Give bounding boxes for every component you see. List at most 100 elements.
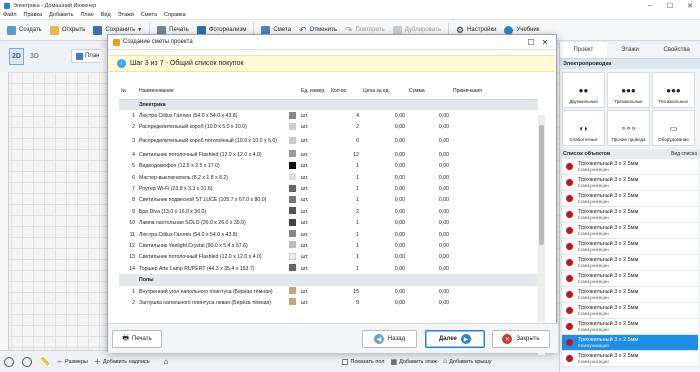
row-notes[interactable] bbox=[451, 218, 538, 229]
menu-file[interactable]: Файл bbox=[3, 12, 17, 18]
row-price[interactable]: 0,00 bbox=[361, 206, 407, 217]
menu-help[interactable]: Справка bbox=[164, 12, 186, 18]
row-notes[interactable] bbox=[451, 263, 538, 274]
row-notes[interactable] bbox=[451, 286, 538, 297]
row-price[interactable]: 0,00 bbox=[361, 161, 407, 172]
row-notes[interactable] bbox=[451, 149, 538, 160]
wiring-five-core[interactable]: ●●● Пятижильные bbox=[652, 72, 695, 108]
add-floor-button[interactable]: ▦ Добавить этаж bbox=[391, 358, 437, 366]
row-qty[interactable]: 1 bbox=[329, 240, 361, 251]
row-price[interactable]: 0,00 bbox=[361, 263, 407, 274]
close-icon[interactable]: ✕ bbox=[680, 0, 700, 11]
col-unit[interactable]: Ед. измер. bbox=[299, 84, 329, 100]
row-qty[interactable]: 1 bbox=[329, 252, 361, 263]
zoom-in-button[interactable] bbox=[4, 356, 16, 367]
row-price[interactable]: 0,00 bbox=[361, 183, 407, 194]
table-row[interactable]: 6 Мастер-выключатель (8.2 x 1.8 x 8.2) шт.… bbox=[119, 172, 538, 183]
minimize-icon[interactable]: – bbox=[640, 0, 660, 11]
table-row[interactable]: 7 Роутер Wi-Fi (23.8 x 3.3 x 31.6) шт. 1 0,0… bbox=[119, 183, 538, 194]
wiring-three-core[interactable]: ●●● Трехжильные bbox=[607, 72, 650, 108]
list-item[interactable]: Трехжильный 3 x 2.5мм Коммуникации bbox=[562, 239, 698, 255]
table-row[interactable]: 1 Люстра Citilux Галлен (54.0 x 54.0 x 43… bbox=[119, 110, 538, 121]
list-item[interactable]: Трехжильный 3 x 2.5мм Коммуникации bbox=[562, 159, 698, 175]
ruler-tool-button[interactable]: 📏 bbox=[40, 357, 50, 366]
row-qty[interactable]: 9 bbox=[329, 297, 361, 308]
row-qty[interactable]: 1 bbox=[329, 229, 361, 240]
table-row[interactable]: 1 Внутренний угол напольного плинтуса (Бе… bbox=[119, 286, 538, 297]
menu-plan[interactable]: План bbox=[80, 12, 93, 18]
col-price[interactable]: Цена за ед. bbox=[361, 84, 407, 100]
plan-button[interactable]: План bbox=[71, 49, 105, 63]
close-icon[interactable]: ✕ bbox=[538, 37, 552, 47]
add-label-button[interactable]: ＋ Добавить надпись bbox=[94, 357, 150, 367]
tab-properties[interactable]: Свойства bbox=[653, 42, 700, 58]
menu-view[interactable]: Вид bbox=[101, 12, 111, 18]
row-qty[interactable]: 12 bbox=[329, 149, 361, 160]
row-qty[interactable]: 6 bbox=[329, 133, 361, 149]
row-price[interactable]: 0,00 bbox=[361, 297, 407, 308]
menu-floors[interactable]: Этажи bbox=[118, 12, 134, 18]
list-item[interactable]: Трехжильный 3 x 2.5мм Коммуникации bbox=[562, 271, 698, 287]
table-row[interactable]: 11 Люстра Citilux Галлен (54.0 x 54.0 x 4… bbox=[119, 229, 538, 240]
row-notes[interactable] bbox=[451, 195, 538, 206]
zoom-out-button[interactable] bbox=[22, 356, 34, 367]
row-notes[interactable] bbox=[451, 240, 538, 251]
row-notes[interactable] bbox=[451, 183, 538, 194]
menu-edit[interactable]: Правка bbox=[24, 12, 43, 18]
row-qty[interactable]: 1 bbox=[329, 161, 361, 172]
checkbox-icon[interactable] bbox=[342, 358, 349, 365]
row-price[interactable]: 0,00 bbox=[361, 240, 407, 251]
col-qty[interactable]: Кол-во bbox=[329, 84, 361, 100]
table-row[interactable]: 2 Заглушка напольного плинтуса левая (Бер… bbox=[119, 297, 538, 308]
table-row[interactable]: 12 Светильник Yeelight Crystal (90.0 x 5.… bbox=[119, 240, 538, 251]
row-notes[interactable] bbox=[451, 252, 538, 263]
tab-project[interactable]: Проект bbox=[560, 42, 607, 58]
table-row[interactable]: 2 Распределительный короб (10.0 x 5.0 x 1… bbox=[119, 122, 538, 133]
view-list-button[interactable]: Вид списка bbox=[671, 151, 697, 157]
wiring-two-core[interactable]: ●● Двухжильные bbox=[562, 72, 605, 108]
row-notes[interactable] bbox=[451, 206, 538, 217]
tab-floors[interactable]: Этажи bbox=[607, 42, 654, 58]
close-dialog-button[interactable]: ✕ Закрыть bbox=[492, 330, 550, 348]
table-row[interactable]: 10 Лампа настольная SOLO (26.0 x 26.0 x 3… bbox=[119, 218, 538, 229]
row-qty[interactable]: 1 bbox=[329, 172, 361, 183]
row-notes[interactable] bbox=[451, 172, 538, 183]
col-sum[interactable]: Сумма bbox=[407, 84, 451, 100]
row-price[interactable]: 0,00 bbox=[361, 195, 407, 206]
col-notes[interactable]: Примечания bbox=[451, 84, 538, 100]
row-price[interactable]: 0,00 bbox=[361, 229, 407, 240]
maximize-icon[interactable]: ☐ bbox=[660, 0, 680, 11]
list-item[interactable]: Трехжильный 3 x 2.5мм Коммуникации bbox=[562, 175, 698, 191]
row-qty[interactable]: 1 bbox=[329, 183, 361, 194]
list-item[interactable]: Трехжильный 3 x 2.5мм Коммуникации bbox=[562, 351, 698, 367]
table-scrollbar[interactable] bbox=[538, 115, 545, 355]
row-notes[interactable] bbox=[451, 110, 538, 121]
menu-estimate[interactable]: Смета bbox=[141, 12, 157, 18]
list-item[interactable]: Трехжильный 3 x 2.5мм Коммуникации bbox=[562, 191, 698, 207]
row-notes[interactable] bbox=[451, 229, 538, 240]
row-qty[interactable]: 1 bbox=[329, 195, 361, 206]
wiring-equipment[interactable]: ▭ Оборудование bbox=[652, 110, 695, 146]
list-item[interactable]: Трехжильный 3 x 2.5мм Коммуникации bbox=[562, 207, 698, 223]
list-item-selected[interactable]: Трехжильный 3 x 2.5мм Коммуникации bbox=[562, 335, 698, 351]
sizes-button[interactable]: ↔ Размеры bbox=[56, 358, 88, 365]
table-row[interactable]: 14 Торшер Arte Lamp RUPERT (44.3 x 35.4 x… bbox=[119, 263, 538, 274]
row-price[interactable]: 0,00 bbox=[361, 110, 407, 121]
view-2d-button[interactable]: 2D bbox=[9, 48, 24, 65]
col-number[interactable]: № bbox=[119, 84, 137, 100]
table-row[interactable]: 4 Светильник потолочный Flashled (12.0 x … bbox=[119, 149, 538, 160]
list-item[interactable]: Трехжильный 3 x 2.5мм Коммуникации bbox=[562, 303, 698, 319]
row-qty[interactable]: 1 bbox=[329, 263, 361, 274]
wiring-other[interactable]: ∘∘∘ Прочие провода bbox=[607, 110, 650, 146]
row-price[interactable]: 0,00 bbox=[361, 172, 407, 183]
row-qty[interactable]: 1 bbox=[329, 218, 361, 229]
row-qty[interactable]: 2 bbox=[329, 122, 361, 133]
print-list-button[interactable]: 🖶 Печать bbox=[112, 330, 162, 348]
menu-add[interactable]: Добавить bbox=[49, 12, 73, 18]
row-qty[interactable]: 4 bbox=[329, 110, 361, 121]
row-qty[interactable]: 15 bbox=[329, 286, 361, 297]
row-notes[interactable] bbox=[451, 297, 538, 308]
wiring-low-current[interactable]: ◖◗ Слаботочные bbox=[562, 110, 605, 146]
view-3d-button[interactable]: 3D bbox=[27, 48, 42, 65]
row-notes[interactable] bbox=[451, 122, 538, 133]
